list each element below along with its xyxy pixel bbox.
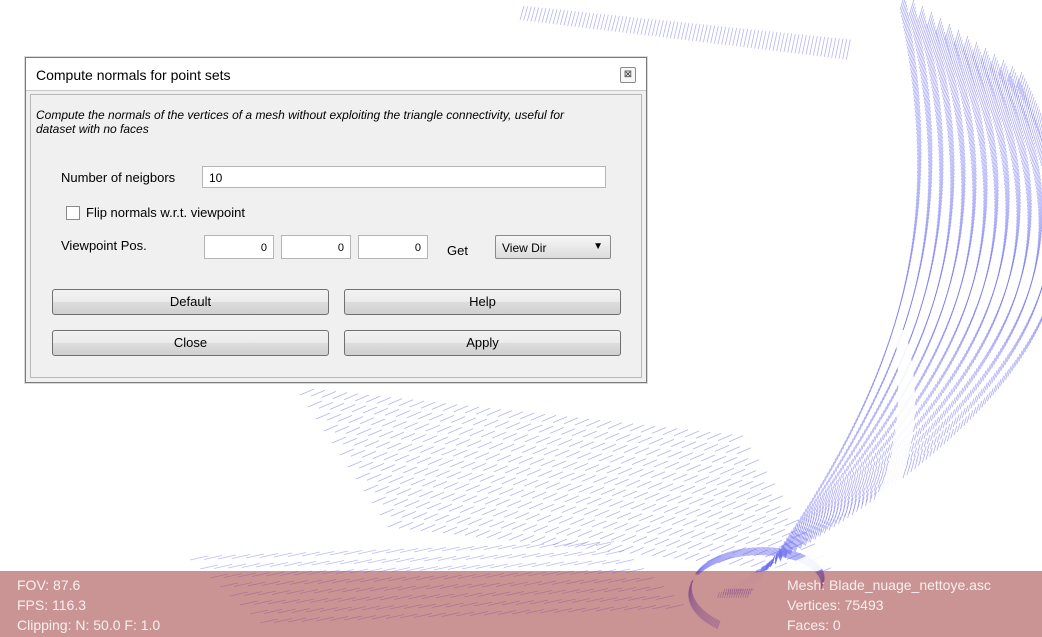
fov-readout: FOV: 87.6	[17, 577, 81, 593]
chevron-down-icon: ▼	[593, 241, 603, 252]
close-icon[interactable]: ⊠	[620, 67, 636, 83]
dialog-title: Compute normals for point sets	[36, 67, 231, 83]
face-count: Faces: 0	[787, 617, 841, 633]
get-label: Get	[447, 243, 468, 258]
help-button[interactable]: Help	[344, 289, 621, 315]
neighbors-label: Number of neigbors	[61, 170, 176, 185]
compute-normals-dialog: Compute normals for point sets ⊠ Compute…	[25, 57, 647, 383]
dialog-description: Compute the normals of the vertices of a…	[36, 108, 565, 136]
close-button[interactable]: Close	[52, 330, 329, 356]
mesh-name: Mesh: Blade_nuage_nettoye.asc	[787, 577, 991, 593]
status-overlay: FOV: 87.6 FPS: 116.3 Clipping: N: 50.0 F…	[0, 571, 1042, 637]
fps-readout: FPS: 116.3	[17, 597, 87, 613]
default-button[interactable]: Default	[52, 289, 329, 315]
flip-normals-label: Flip normals w.r.t. viewpoint	[86, 205, 245, 220]
apply-button[interactable]: Apply	[344, 330, 621, 356]
viewpoint-y-input[interactable]: 0	[281, 235, 351, 259]
clipping-readout: Clipping: N: 50.0 F: 1.0	[17, 617, 161, 633]
view-dir-select[interactable]: View Dir ▼	[495, 235, 611, 259]
viewpoint-z-input[interactable]: 0	[358, 235, 428, 259]
viewpoint-label: Viewpoint Pos.	[61, 238, 147, 253]
view-dir-value: View Dir	[502, 241, 547, 255]
vertex-count: Vertices: 75493	[787, 597, 884, 613]
dialog-titlebar[interactable]: Compute normals for point sets ⊠	[26, 58, 646, 91]
flip-normals-checkbox[interactable]	[66, 206, 80, 220]
neighbors-input[interactable]: 10	[202, 166, 606, 188]
viewpoint-x-input[interactable]: 0	[204, 235, 274, 259]
dialog-body: Compute the normals of the vertices of a…	[30, 94, 642, 378]
